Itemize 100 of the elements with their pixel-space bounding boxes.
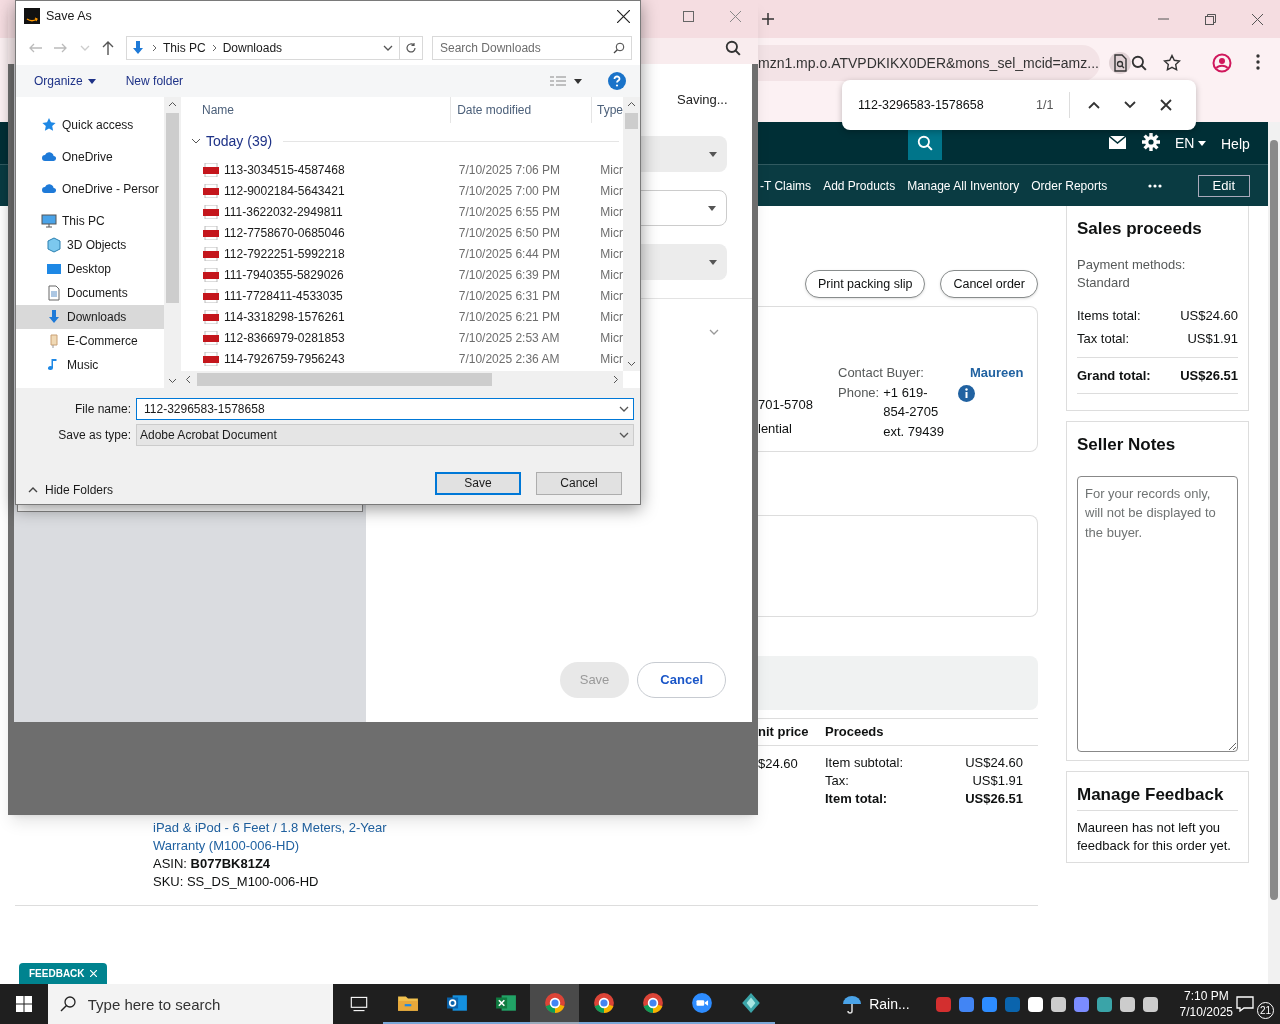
file-name-field[interactable]: 112-3296583-1578658 xyxy=(136,398,634,420)
address-field[interactable]: This PC Downloads xyxy=(126,36,423,60)
breadcrumb[interactable]: This PC xyxy=(163,39,206,57)
scrollbar-thumb[interactable] xyxy=(625,113,638,129)
info-icon[interactable] xyxy=(957,384,975,402)
nav-link[interactable]: Order Reports xyxy=(1031,176,1108,195)
pdf-file-icon xyxy=(203,183,219,198)
close-icon[interactable] xyxy=(617,9,630,23)
new-tab-icon[interactable] xyxy=(762,13,774,25)
view-options-icon[interactable] xyxy=(550,76,582,86)
refresh-icon[interactable] xyxy=(405,42,417,54)
restore-icon[interactable] xyxy=(1205,14,1216,25)
file-row[interactable]: 111-3622032-2949811 7/10/2025 6:55 PM Micr xyxy=(181,201,623,222)
group-header[interactable]: Today (39) xyxy=(181,123,623,159)
desktop-icon xyxy=(46,261,62,277)
column-header[interactable]: Name xyxy=(181,97,452,123)
scroll-up-icon[interactable] xyxy=(168,101,177,107)
navigation-item[interactable]: Downloads xyxy=(16,305,164,329)
scroll-down-icon[interactable] xyxy=(627,361,636,367)
scroll-right-icon[interactable] xyxy=(613,375,619,384)
clock[interactable]: 7:10 PM 7/10/2025 xyxy=(1179,988,1233,1020)
tray-icon[interactable] xyxy=(1027,996,1043,1012)
product-title-link[interactable]: iPad & iPod - 6 Feet / 1.8 Meters, 2-Year xyxy=(153,819,1038,837)
file-row[interactable]: 111-7940355-5829026 7/10/2025 6:39 PM Micr xyxy=(181,264,623,285)
file-type: Micr xyxy=(600,245,623,263)
hide-folders-button[interactable]: Hide Folders xyxy=(28,481,114,499)
save-as-type-dropdown[interactable]: Adobe Acrobat Document xyxy=(136,424,634,446)
file-row[interactable]: 113-3034515-4587468 7/10/2025 7:06 PM Micr xyxy=(181,159,623,180)
column-header[interactable]: Date modified xyxy=(451,97,592,123)
next-icon[interactable] xyxy=(1124,101,1137,109)
buyer-name-link[interactable]: Maureen xyxy=(970,363,1024,383)
bookmark-star-icon[interactable] xyxy=(1163,54,1181,72)
breadcrumb[interactable]: Downloads xyxy=(222,39,283,57)
taskbar-app-button[interactable] xyxy=(530,984,580,1024)
page-search-icon[interactable] xyxy=(1108,52,1131,74)
find-field[interactable]: 112-3296583-1578658 xyxy=(858,95,1008,115)
navigation-item[interactable]: Documents xyxy=(16,281,164,305)
file-row[interactable]: 112-7922251-5992218 7/10/2025 6:44 PM Micr xyxy=(181,243,623,264)
order-button[interactable]: Cancel order xyxy=(940,270,1038,298)
mail-icon[interactable] xyxy=(1109,136,1126,149)
order-button[interactable]: Print packing slip xyxy=(804,270,926,298)
tray-icon[interactable] xyxy=(1050,996,1066,1012)
new-folder-button[interactable]: New folder xyxy=(125,72,184,90)
notes-field[interactable]: For your records only, will not be displayed to the buyer. xyxy=(1077,475,1238,752)
file-row[interactable]: 114-3318298-1576261 7/10/2025 6:21 PM Micr xyxy=(181,306,623,327)
profile-icon[interactable] xyxy=(1212,53,1232,73)
help-link[interactable]: Help xyxy=(1221,134,1250,155)
cancel-button[interactable]: Cancel xyxy=(536,471,622,495)
file-row[interactable]: 111-7728411-4533035 7/10/2025 6:31 PM Micr xyxy=(181,285,623,306)
organize-button[interactable]: Organize xyxy=(34,72,96,90)
nav-link[interactable]: -T Claims xyxy=(760,176,812,195)
search-icon[interactable] xyxy=(917,135,933,151)
navigation-item[interactable]: OneDrive xyxy=(16,145,164,169)
navigation-item[interactable]: OneDrive - Persor xyxy=(16,177,164,201)
more-icon[interactable] xyxy=(1147,183,1162,188)
tray-icon[interactable] xyxy=(1142,996,1158,1012)
file-row[interactable]: 112-8366979-0281853 7/10/2025 2:53 AM Micr xyxy=(181,327,623,348)
search-icon[interactable] xyxy=(613,42,625,54)
tray-icon[interactable] xyxy=(1119,996,1135,1012)
zoom-icon[interactable] xyxy=(725,40,741,56)
more-menu-icon[interactable] xyxy=(1256,54,1260,70)
column-header[interactable]: Type xyxy=(592,101,623,119)
scroll-up-icon[interactable] xyxy=(627,101,636,107)
app-logo-icon xyxy=(24,8,40,24)
navigation-item[interactable]: Quick access xyxy=(16,113,164,137)
weather-widget[interactable]: Rain... xyxy=(841,993,910,1015)
taskbar-search-field[interactable]: Type here to search xyxy=(47,984,334,1024)
navigation-item[interactable]: This PC xyxy=(16,209,164,233)
save-button[interactable]: Save xyxy=(435,471,521,495)
zoom-icon[interactable] xyxy=(1131,55,1147,71)
previous-icon[interactable] xyxy=(1088,101,1101,109)
close-icon[interactable] xyxy=(1160,99,1173,111)
up-icon[interactable] xyxy=(102,41,114,55)
scroll-down-icon[interactable] xyxy=(168,378,177,384)
scrollbar-thumb[interactable] xyxy=(197,373,492,386)
product-title-link[interactable]: Warranty (M100-006-HD) xyxy=(153,837,1038,855)
scroll-left-icon[interactable] xyxy=(185,375,191,384)
file-row[interactable]: 112-7758670-0685046 7/10/2025 6:50 PM Micr xyxy=(181,222,623,243)
navigation-item[interactable]: 3D Objects xyxy=(16,233,164,257)
document-icon xyxy=(46,285,62,301)
file-date: 7/10/2025 6:31 PM xyxy=(458,287,562,305)
scrollbar-thumb[interactable] xyxy=(166,113,179,303)
navigation-item[interactable]: Desktop xyxy=(16,257,164,281)
feedback-tab[interactable]: FEEDBACK xyxy=(19,963,107,984)
file-row[interactable]: 112-9002184-5643421 7/10/2025 7:00 PM Micr xyxy=(181,180,623,201)
language-dropdown[interactable]: EN xyxy=(1175,133,1207,154)
navigation-item[interactable]: E-Commerce xyxy=(16,329,164,353)
browser-icon xyxy=(543,992,566,1014)
navigation-item[interactable]: Music xyxy=(16,353,164,377)
edit-button[interactable]: Edit xyxy=(1197,174,1250,197)
nav-link[interactable]: Manage All Inventory xyxy=(907,176,1020,195)
file-name: 113-3034515-4587468 xyxy=(224,161,345,179)
card-title: Manage Feedback xyxy=(1077,782,1238,811)
maximize-icon[interactable] xyxy=(683,11,694,22)
nav-link[interactable]: Add Products xyxy=(823,176,896,195)
expanded-chevron-icon xyxy=(191,136,201,146)
file-row[interactable]: 114-7926759-7956243 7/10/2025 2:36 AM Micr xyxy=(181,348,623,369)
scrollbar-thumb[interactable] xyxy=(1270,140,1278,900)
help-icon[interactable] xyxy=(608,72,626,90)
search-field[interactable]: Search Downloads xyxy=(432,36,632,60)
